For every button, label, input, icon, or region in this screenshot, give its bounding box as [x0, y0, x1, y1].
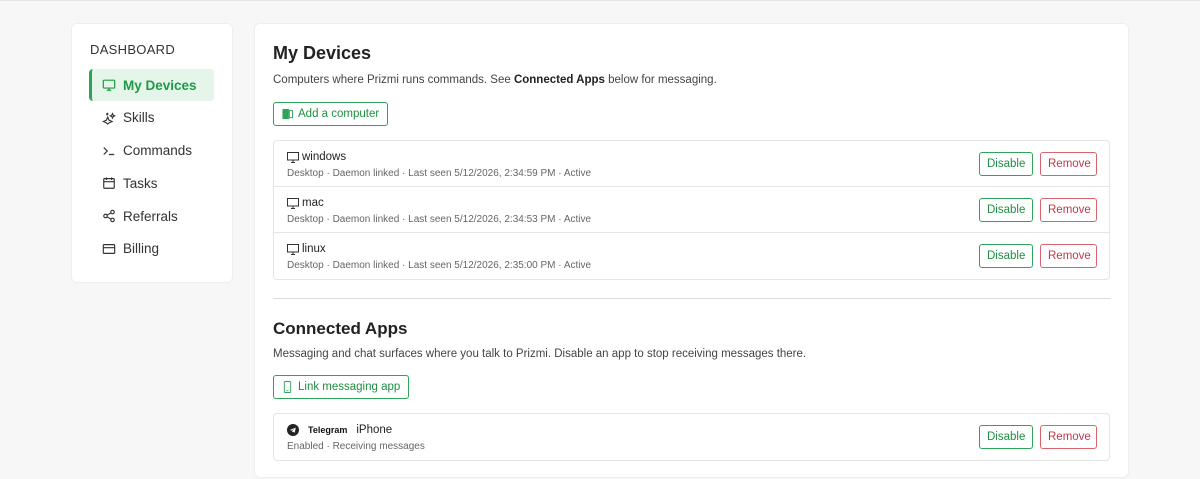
- monitor-icon: [287, 243, 299, 255]
- device-row-linux: linux Desktop · Daemon linked · Last see…: [274, 233, 1109, 279]
- connected-apps-title: Connected Apps: [273, 319, 408, 338]
- sidebar-item-referrals[interactable]: Referrals: [89, 200, 214, 232]
- disable-button[interactable]: Disable: [979, 244, 1033, 268]
- sidebar-title: DASHBOARD: [90, 42, 176, 57]
- remove-button[interactable]: Remove: [1040, 198, 1097, 222]
- add-computer-label: Add a computer: [298, 108, 380, 120]
- device-meta: Desktop · Daemon linked · Last seen 5/12…: [287, 260, 592, 271]
- sidebar-item-label: Skills: [123, 110, 155, 126]
- disable-button[interactable]: Disable: [979, 425, 1033, 449]
- sidebar-item-label: My Devices: [123, 77, 197, 93]
- devices-description: Computers where Prizmi runs commands. Se…: [273, 74, 717, 86]
- sidebar-item-commands[interactable]: Commands: [89, 135, 214, 167]
- devices-title: My Devices: [273, 43, 372, 63]
- device-name-text: linux: [302, 243, 326, 255]
- sidebar-item-tasks[interactable]: Tasks: [89, 167, 214, 199]
- monitor-icon: [287, 197, 299, 209]
- sidebar-item-label: Tasks: [123, 175, 158, 191]
- section-divider: [273, 298, 1111, 299]
- phone-icon: [283, 381, 292, 393]
- devices-desc-text: Computers where Prizmi runs commands. Se…: [273, 74, 514, 86]
- sparkle-icon: [102, 111, 116, 125]
- device-name-text: windows: [302, 151, 347, 163]
- terminal-icon: [102, 144, 116, 158]
- app-row-telegram: Telegram iPhone Enabled · Receiving mess…: [274, 414, 1109, 460]
- device-name: windows: [287, 151, 346, 163]
- sidebar-item-my-devices[interactable]: My Devices: [89, 69, 214, 101]
- sidebar: DASHBOARD My Devices Skills Commands Tas…: [71, 23, 233, 283]
- top-border: [0, 0, 1200, 1]
- link-messaging-app-label: Link messaging app: [298, 381, 401, 393]
- device-name: mac: [287, 197, 324, 209]
- remove-button[interactable]: Remove: [1040, 244, 1097, 268]
- main-panel: My Devices Computers where Prizmi runs c…: [254, 23, 1129, 478]
- calendar-icon: [102, 176, 116, 190]
- app-device-name: iPhone: [356, 424, 393, 436]
- device-meta: Desktop · Daemon linked · Last seen 5/12…: [287, 168, 592, 179]
- share-icon: [102, 209, 116, 223]
- remove-button[interactable]: Remove: [1040, 425, 1097, 449]
- telegram-label: Telegram: [308, 425, 348, 435]
- connected-apps-description: Messaging and chat surfaces where you ta…: [273, 348, 807, 360]
- sidebar-item-label: Commands: [123, 143, 193, 159]
- devices-list: windows Desktop · Daemon linked · Last s…: [273, 140, 1110, 280]
- monitor-icon: [102, 78, 116, 92]
- add-computer-button[interactable]: Add a computer: [273, 102, 389, 126]
- link-messaging-app-button[interactable]: Link messaging app: [273, 375, 410, 399]
- device-meta: Desktop · Daemon linked · Last seen 5/12…: [287, 214, 592, 225]
- monitor-icon: [287, 151, 299, 163]
- disable-button[interactable]: Disable: [979, 152, 1033, 176]
- telegram-icon: [287, 424, 299, 436]
- device-name: linux: [287, 243, 326, 255]
- app-meta: Enabled · Receiving messages: [287, 441, 425, 452]
- add-device-icon: [282, 108, 293, 120]
- connected-apps-list: Telegram iPhone Enabled · Receiving mess…: [273, 413, 1110, 461]
- device-row-mac: mac Desktop · Daemon linked · Last seen …: [274, 187, 1109, 233]
- app-name: Telegram iPhone: [287, 424, 392, 436]
- credit-card-icon: [102, 242, 116, 256]
- device-name-text: mac: [302, 197, 324, 209]
- sidebar-item-skills[interactable]: Skills: [89, 102, 214, 134]
- devices-desc-text-end: below for messaging.: [604, 74, 717, 86]
- disable-button[interactable]: Disable: [979, 198, 1033, 222]
- sidebar-item-label: Referrals: [123, 208, 178, 224]
- remove-button[interactable]: Remove: [1040, 152, 1097, 176]
- connected-apps-link-text: Connected Apps: [513, 74, 605, 86]
- sidebar-item-billing[interactable]: Billing: [89, 233, 214, 265]
- device-row-windows: windows Desktop · Daemon linked · Last s…: [274, 141, 1109, 187]
- sidebar-nav: My Devices Skills Commands Tasks Referra…: [89, 69, 214, 266]
- sidebar-item-label: Billing: [123, 241, 160, 257]
